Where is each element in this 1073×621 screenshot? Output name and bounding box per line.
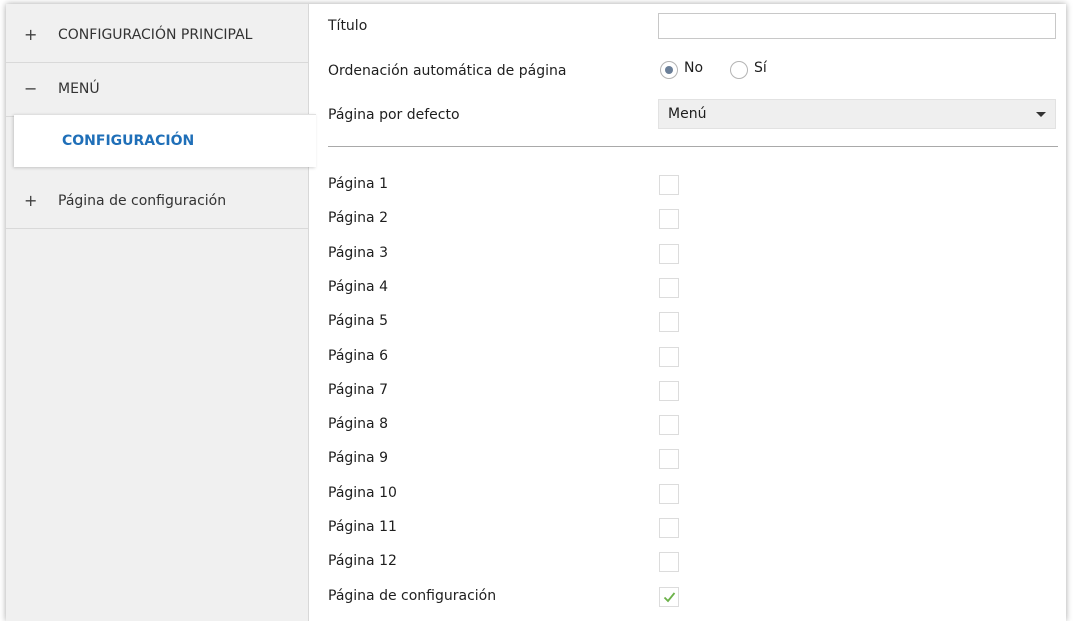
sidebar-item-label: MENÚ [58, 81, 100, 97]
plus-icon: + [24, 191, 38, 210]
caret-down-icon [1036, 112, 1046, 117]
main-panel: Título Ordenación automática de página N… [308, 4, 1066, 621]
page-label: Página 11 [328, 519, 397, 535]
page-checkbox[interactable] [659, 312, 679, 332]
sidebar-subitem-label: CONFIGURACIÓN [62, 133, 195, 149]
default-page-label: Página por defecto [328, 107, 460, 123]
page-label: Página de configuración [328, 588, 497, 604]
page-label: Página 9 [328, 450, 388, 466]
page-label: Página 6 [328, 348, 388, 364]
sidebar-item-menu[interactable]: − MENÚ [6, 62, 308, 117]
minus-icon: − [24, 79, 38, 98]
sidebar-item-configuracion-principal[interactable]: + CONFIGURACIÓN PRINCIPAL [6, 8, 308, 63]
page-label: Página 7 [328, 382, 388, 398]
page-label: Página 5 [328, 313, 388, 329]
sidebar-item-label: Página de configuración [58, 193, 227, 209]
page-checkbox[interactable] [659, 209, 679, 229]
divider [328, 146, 1058, 147]
page-checkbox[interactable] [659, 175, 679, 195]
sidebar-item-label: CONFIGURACIÓN PRINCIPAL [58, 27, 253, 43]
sidebar-subitem-configuracion[interactable]: CONFIGURACIÓN [14, 114, 316, 167]
radio-si-label: Sí [754, 60, 767, 76]
checkmark-icon [663, 592, 676, 603]
window-frame: + CONFIGURACIÓN PRINCIPAL − MENÚ + Págin… [6, 4, 1066, 621]
default-page-value: Menú [668, 106, 707, 122]
page-checkbox[interactable] [659, 278, 679, 298]
page-checkbox[interactable] [659, 381, 679, 401]
sidebar: + CONFIGURACIÓN PRINCIPAL − MENÚ + Págin… [6, 4, 309, 621]
page-checkbox[interactable] [659, 587, 679, 607]
page-checkbox[interactable] [659, 449, 679, 469]
page-checkbox[interactable] [659, 518, 679, 538]
page-label: Página 8 [328, 416, 388, 432]
page-checkbox[interactable] [659, 552, 679, 572]
title-label: Título [328, 18, 368, 34]
radio-no[interactable] [660, 61, 678, 79]
sidebar-item-pagina-de-configuracion[interactable]: + Página de configuración [6, 174, 308, 229]
page-label: Página 10 [328, 485, 397, 501]
page-label: Página 4 [328, 279, 388, 295]
page-label: Página 2 [328, 210, 388, 226]
page-checkbox[interactable] [659, 484, 679, 504]
page-label: Página 3 [328, 245, 388, 261]
auto-order-label: Ordenación automática de página [328, 63, 567, 79]
title-input[interactable] [658, 13, 1056, 39]
page-checkbox[interactable] [659, 415, 679, 435]
page-checkbox[interactable] [659, 347, 679, 367]
page-label: Página 12 [328, 553, 397, 569]
page-checkbox[interactable] [659, 244, 679, 264]
default-page-select[interactable]: Menú [658, 99, 1056, 129]
page-label: Página 1 [328, 176, 388, 192]
radio-si[interactable] [730, 61, 748, 79]
radio-no-label: No [684, 60, 704, 76]
plus-icon: + [24, 25, 38, 44]
